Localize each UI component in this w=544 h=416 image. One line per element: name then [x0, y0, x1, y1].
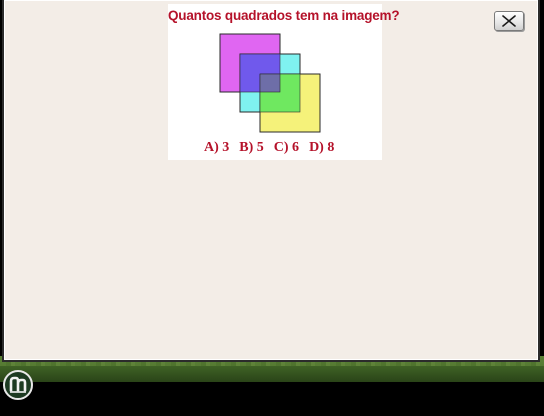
app-logo-glyph: [9, 376, 27, 393]
taskbar: [0, 382, 544, 416]
close-button[interactable]: [494, 11, 524, 31]
answer-options: A) 3 B) 5 C) 6 D) 8: [204, 140, 334, 156]
app-logo-icon[interactable]: [3, 370, 33, 400]
puzzle-image: Quantos quadrados tem na imagem? A) 3 B)…: [168, 4, 400, 160]
puzzle-dialog: Quantos quadrados tem na imagem? A) 3 B)…: [2, 0, 540, 362]
option-d: D) 8: [309, 140, 335, 155]
screen: Quantos quadrados tem na imagem? A) 3 B)…: [0, 0, 544, 416]
close-icon: [502, 15, 516, 27]
overlap-all-three: [259, 73, 281, 93]
option-a: A) 3: [204, 140, 230, 155]
option-c: C) 6: [273, 140, 300, 155]
option-b: B) 5: [239, 140, 264, 155]
overlapping-squares: [219, 33, 321, 133]
